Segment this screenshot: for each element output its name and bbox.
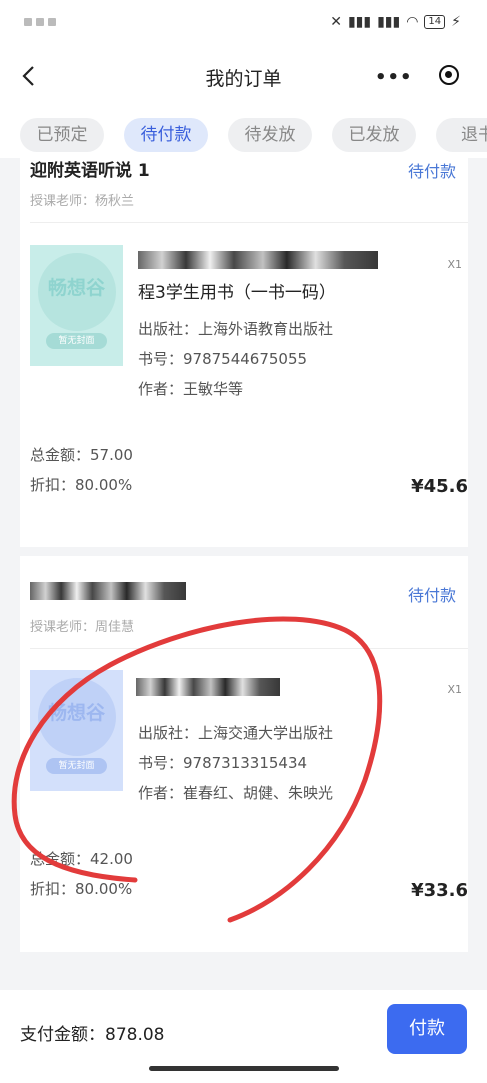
book-isbn: 书号：9787544675055	[138, 350, 308, 368]
book-isbn: 书号：9787313315434	[138, 754, 308, 772]
divider	[30, 222, 468, 223]
nav-bar: 我的订单 •••	[0, 52, 487, 100]
wifi-icon: ◠	[406, 14, 419, 30]
total-amount: 总金额：42.00	[30, 850, 133, 868]
book-cover: 畅想谷 暂无封面	[30, 670, 123, 791]
teacher-name: 授课老师：杨秋兰	[30, 194, 135, 209]
order-card[interactable]: 迎附英语听说 1 待付款 授课老师：杨秋兰 畅想谷 暂无封面 X1 程3学生用书…	[20, 158, 468, 547]
teacher-name: 授课老师：周佳慧	[30, 620, 135, 635]
status-bar: ✕ ▮▮▮ ▮▮▮ ◠ 14 ⚡	[0, 0, 487, 52]
notification-icons	[24, 18, 56, 26]
quantity: X1	[447, 258, 462, 271]
tab-reserved[interactable]: 已预定	[20, 118, 104, 152]
tab-pending-payment[interactable]: 待付款	[124, 118, 208, 152]
no-cover-badge: 暂无封面	[46, 758, 107, 774]
mini-program-capsule: •••	[357, 57, 471, 93]
redacted-course-title	[30, 582, 186, 600]
more-icon[interactable]: •••	[375, 67, 413, 88]
book-name: 程3学生用书（一书一码）	[138, 283, 336, 303]
book-author: 作者：崔春红、胡健、朱映光	[138, 784, 334, 802]
pay-button[interactable]: 付款	[387, 1004, 467, 1054]
tab-return[interactable]: 退书	[436, 118, 487, 152]
payment-bar: 支付金额：878.08 付款	[0, 990, 487, 1083]
order-status: 待付款	[407, 162, 456, 181]
signal-icon: ▮▮▮	[347, 14, 372, 30]
discount: 折扣：80.00%	[30, 476, 133, 494]
tab-distributed[interactable]: 已发放	[332, 118, 416, 152]
book-cover: 畅想谷 暂无封面	[30, 245, 123, 366]
no-cover-badge: 暂无封面	[46, 333, 107, 349]
book-author: 作者：王敏华等	[138, 380, 244, 398]
charging-icon: ⚡	[451, 14, 461, 30]
system-status: ✕ ▮▮▮ ▮▮▮ ◠ 14 ⚡	[330, 14, 461, 30]
divider	[30, 648, 468, 649]
order-price: ¥33.6	[411, 880, 468, 901]
mute-icon: ✕	[330, 14, 342, 30]
order-card[interactable]: 待付款 授课老师：周佳慧 畅想谷 暂无封面 X1 出版社：上海交通大学出版社 书…	[20, 556, 468, 952]
book-publisher: 出版社：上海外语教育出版社	[138, 320, 334, 338]
battery-icon: 14	[424, 15, 446, 29]
order-price: ¥45.6	[411, 476, 468, 497]
close-target-icon[interactable]	[439, 65, 459, 85]
redacted-book-title	[138, 251, 378, 269]
course-title: 迎附英语听说 1	[30, 161, 150, 181]
tab-pending-distribution[interactable]: 待发放	[228, 118, 312, 152]
home-indicator[interactable]	[149, 1066, 339, 1071]
redacted-book-title	[136, 678, 280, 696]
book-publisher: 出版社：上海交通大学出版社	[138, 724, 334, 742]
quantity: X1	[447, 683, 462, 696]
payment-total: 支付金额：878.08	[20, 1025, 165, 1045]
cover-logo: 畅想谷	[47, 277, 105, 299]
order-status-tabs: 已预定 待付款 待发放 已发放 退书	[0, 100, 487, 158]
signal-icon-2: ▮▮▮	[377, 14, 401, 30]
total-amount: 总金额：57.00	[30, 446, 133, 464]
cover-logo: 畅想谷	[47, 702, 105, 724]
order-status: 待付款	[407, 586, 456, 605]
discount: 折扣：80.00%	[30, 880, 133, 898]
